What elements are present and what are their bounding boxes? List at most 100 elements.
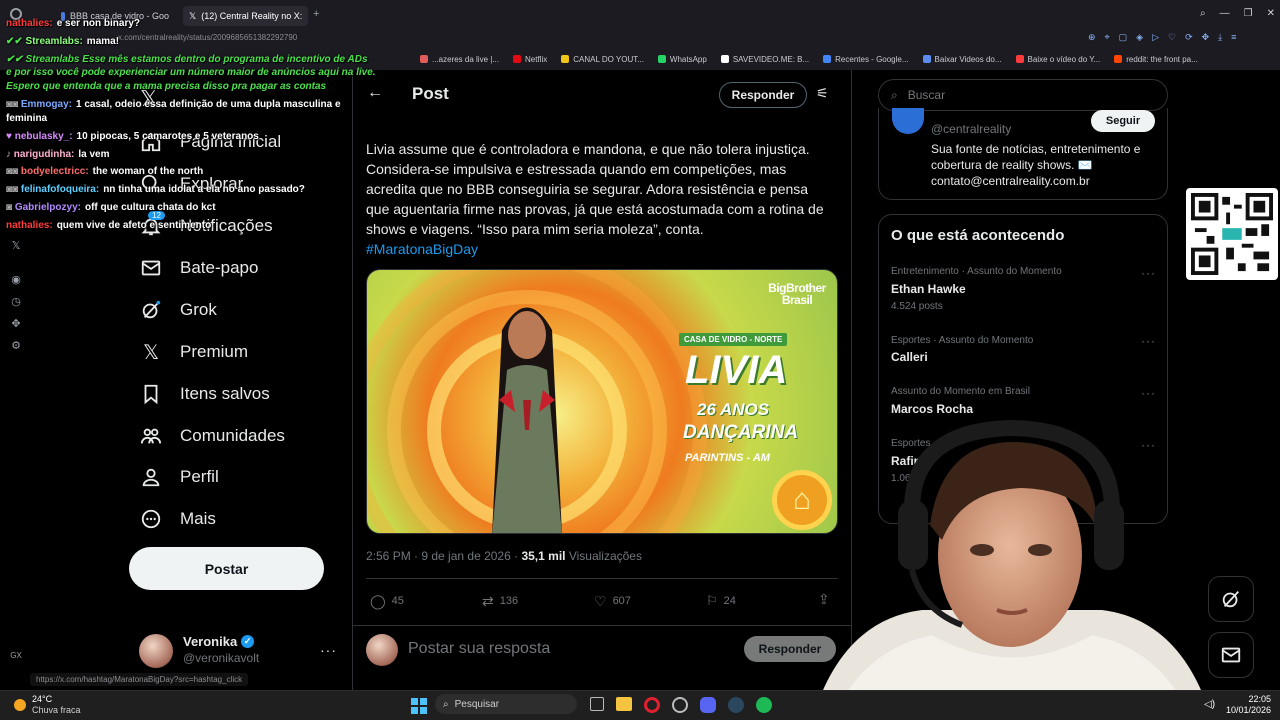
nav-label: Premium (180, 342, 249, 361)
bookmark-item[interactable]: CANAL DO YOUT... (561, 55, 644, 64)
chat-message: Streamlabs Esse mês estamos dentro do pr… (25, 54, 368, 65)
bookmark-item[interactable]: Netflix (513, 55, 547, 64)
address-bar[interactable]: x.com/centralreality/status/200968565138… (0, 30, 1280, 48)
grok-float-button[interactable] (1208, 576, 1254, 622)
menu-icon[interactable]: ≡ (1231, 32, 1236, 43)
bookmark-item[interactable]: reddit: the front pa... (1114, 55, 1198, 64)
puzzle-icon[interactable]: ✥ (1202, 32, 1210, 43)
more-dots-icon[interactable]: ··· (320, 642, 337, 658)
nav-more[interactable]: Mais (140, 504, 216, 534)
app-icon[interactable] (672, 697, 688, 713)
download-icon[interactable]: ⤓ (1218, 32, 1222, 43)
trend-more-icon[interactable]: ··· (1141, 334, 1156, 348)
trend-name: Calleri (891, 350, 928, 364)
reply-input[interactable]: Postar sua resposta (408, 640, 550, 658)
bookmark-item[interactable]: Baixe o vídeo do Y... (1015, 55, 1100, 64)
back-arrow-icon[interactable]: ← (367, 84, 383, 102)
bookmark-label: Baixar Videos do... (934, 54, 1002, 64)
zoom-icon[interactable]: ⊕ (1088, 32, 1096, 43)
comment-icon: ◯ (370, 592, 386, 609)
chat-line: ✔✔ Streamlabs Esse mês estamos dentro do… (6, 54, 368, 65)
heart-icon[interactable]: ♡ (1168, 32, 1176, 43)
windows-start-icon[interactable] (411, 698, 427, 714)
bookmark-item[interactable]: Baixar Videos do... (922, 54, 1002, 64)
media-icon[interactable]: ◉ (10, 274, 22, 286)
hashtag-link[interactable]: #MaratonaBigDay (366, 241, 478, 257)
post-button[interactable]: Postar (129, 547, 324, 590)
nav-profile[interactable]: Perfil (140, 462, 219, 492)
search-tabs-icon[interactable]: ⌕ (1200, 8, 1206, 19)
opera-icon[interactable] (644, 697, 660, 713)
avatar (366, 634, 398, 666)
chat-badge-icon: ✔✔ (6, 54, 26, 65)
nav-premium[interactable]: 𝕏 Premium (140, 337, 248, 367)
nav-bookmarks[interactable]: Itens salvos (140, 379, 270, 409)
system-clock[interactable]: 22:05 10/01/2026 (1226, 694, 1271, 716)
maximize-icon[interactable]: ❐ (1244, 8, 1253, 19)
chat-message: 1 casal, odeio essa definição de uma dup… (75, 99, 341, 110)
reply-action[interactable]: ◯ 45 (370, 592, 404, 610)
bookmark-action[interactable]: ⚐ 24 (706, 592, 736, 610)
new-tab-icon[interactable]: + (313, 8, 319, 20)
bookmark-item[interactable]: SAVEVIDEO.ME: B... (720, 55, 809, 64)
bookmark-item[interactable]: Recentes - Google... (823, 55, 909, 64)
screenshot-icon[interactable]: ▢ (1119, 32, 1128, 43)
chat-badge-icon: ◙ (6, 202, 15, 213)
chat-line: ✔✔ Streamlabs: mama! (6, 36, 119, 47)
repost-action[interactable]: ⇄ 136 (482, 592, 518, 610)
verified-icon: ✓ (241, 635, 255, 648)
search-input[interactable]: ⌕ Buscar (878, 79, 1168, 111)
gx-icon[interactable]: GX (10, 650, 22, 662)
settings-sliders-icon[interactable]: ⚟ (816, 85, 829, 102)
avatar[interactable] (139, 634, 173, 668)
profile-name: Veronika (183, 634, 238, 649)
trend-name: Ethan Hawke (891, 282, 966, 296)
post-timestamp[interactable]: 2:56 PM · 9 de jan de 2026 · (366, 549, 518, 563)
x-favicon-icon: 𝕏 (189, 10, 197, 21)
post-meta: 2:56 PM · 9 de jan de 2026 · 35,1 mil Vi… (366, 549, 642, 563)
minimize-icon[interactable]: — (1220, 8, 1230, 19)
nav-communities[interactable]: Comunidades (140, 421, 285, 451)
tab-central-reality[interactable]: 𝕏 (12) Central Reality no X: (183, 6, 308, 26)
settings-icon[interactable]: ⚙ (10, 340, 22, 352)
nav-grok[interactable]: Grok (140, 295, 217, 325)
search-placeholder: Buscar (907, 88, 946, 102)
bookmark-item[interactable]: ...azeres da live |... (420, 55, 499, 64)
envelope-icon (1221, 647, 1241, 663)
nav-messages[interactable]: Bate-papo (140, 253, 258, 283)
task-view-icon[interactable] (590, 697, 604, 711)
discord-icon[interactable] (700, 697, 716, 713)
follow-button[interactable]: Seguir (1091, 110, 1155, 132)
history-icon[interactable]: ◷ (10, 296, 22, 308)
profile-name-block[interactable]: Veronika ✓ @veronikavolt (183, 634, 259, 665)
trend-more-icon[interactable]: ··· (1141, 386, 1156, 400)
like-action[interactable]: ♡ 607 (594, 592, 631, 610)
messages-float-button[interactable] (1208, 632, 1254, 678)
x-panel-icon[interactable]: 𝕏 (10, 240, 22, 252)
sync-icon[interactable]: ⟳ (1185, 32, 1193, 43)
post-image[interactable]: BigBrother Brasil CASA DE VIDRO - NORTE … (366, 269, 838, 534)
extension-icon[interactable]: ◈ (1136, 32, 1143, 43)
pin-icon[interactable]: ⌖ (1105, 32, 1110, 43)
reply-header-button[interactable]: Responder (719, 82, 807, 108)
chat-line: Espero que entenda que a mama precisa di… (6, 81, 327, 92)
nav-label: Grok (180, 300, 217, 319)
url-text[interactable]: x.com/centralreality/status/200968565138… (118, 33, 297, 42)
repost-count: 136 (499, 595, 519, 607)
taskbar-search[interactable]: ⌕ Pesquisar (435, 694, 577, 714)
trend-more-icon[interactable]: ··· (1141, 266, 1156, 280)
clock-date: 10/01/2026 (1226, 705, 1272, 715)
page-title: Post (412, 84, 449, 103)
volume-icon[interactable]: ◁) (1204, 699, 1215, 710)
steam-icon[interactable] (728, 697, 744, 713)
close-window-icon[interactable]: ✕ (1267, 8, 1275, 19)
chat-user: bodyelectricc: (20, 166, 89, 177)
file-explorer-icon[interactable] (616, 697, 632, 711)
extensions-panel-icon[interactable]: ✥ (10, 318, 22, 330)
view-count: 35,1 mil (521, 549, 566, 563)
chat-message: nn tinha uma idolat a ela no ano passado… (103, 184, 305, 195)
play-icon[interactable]: ▷ (1152, 32, 1159, 43)
bookmark-item[interactable]: WhatsApp (657, 55, 707, 64)
weather-widget[interactable]: 24°C Chuva fraca (14, 694, 81, 716)
spotify-icon[interactable] (756, 697, 772, 713)
